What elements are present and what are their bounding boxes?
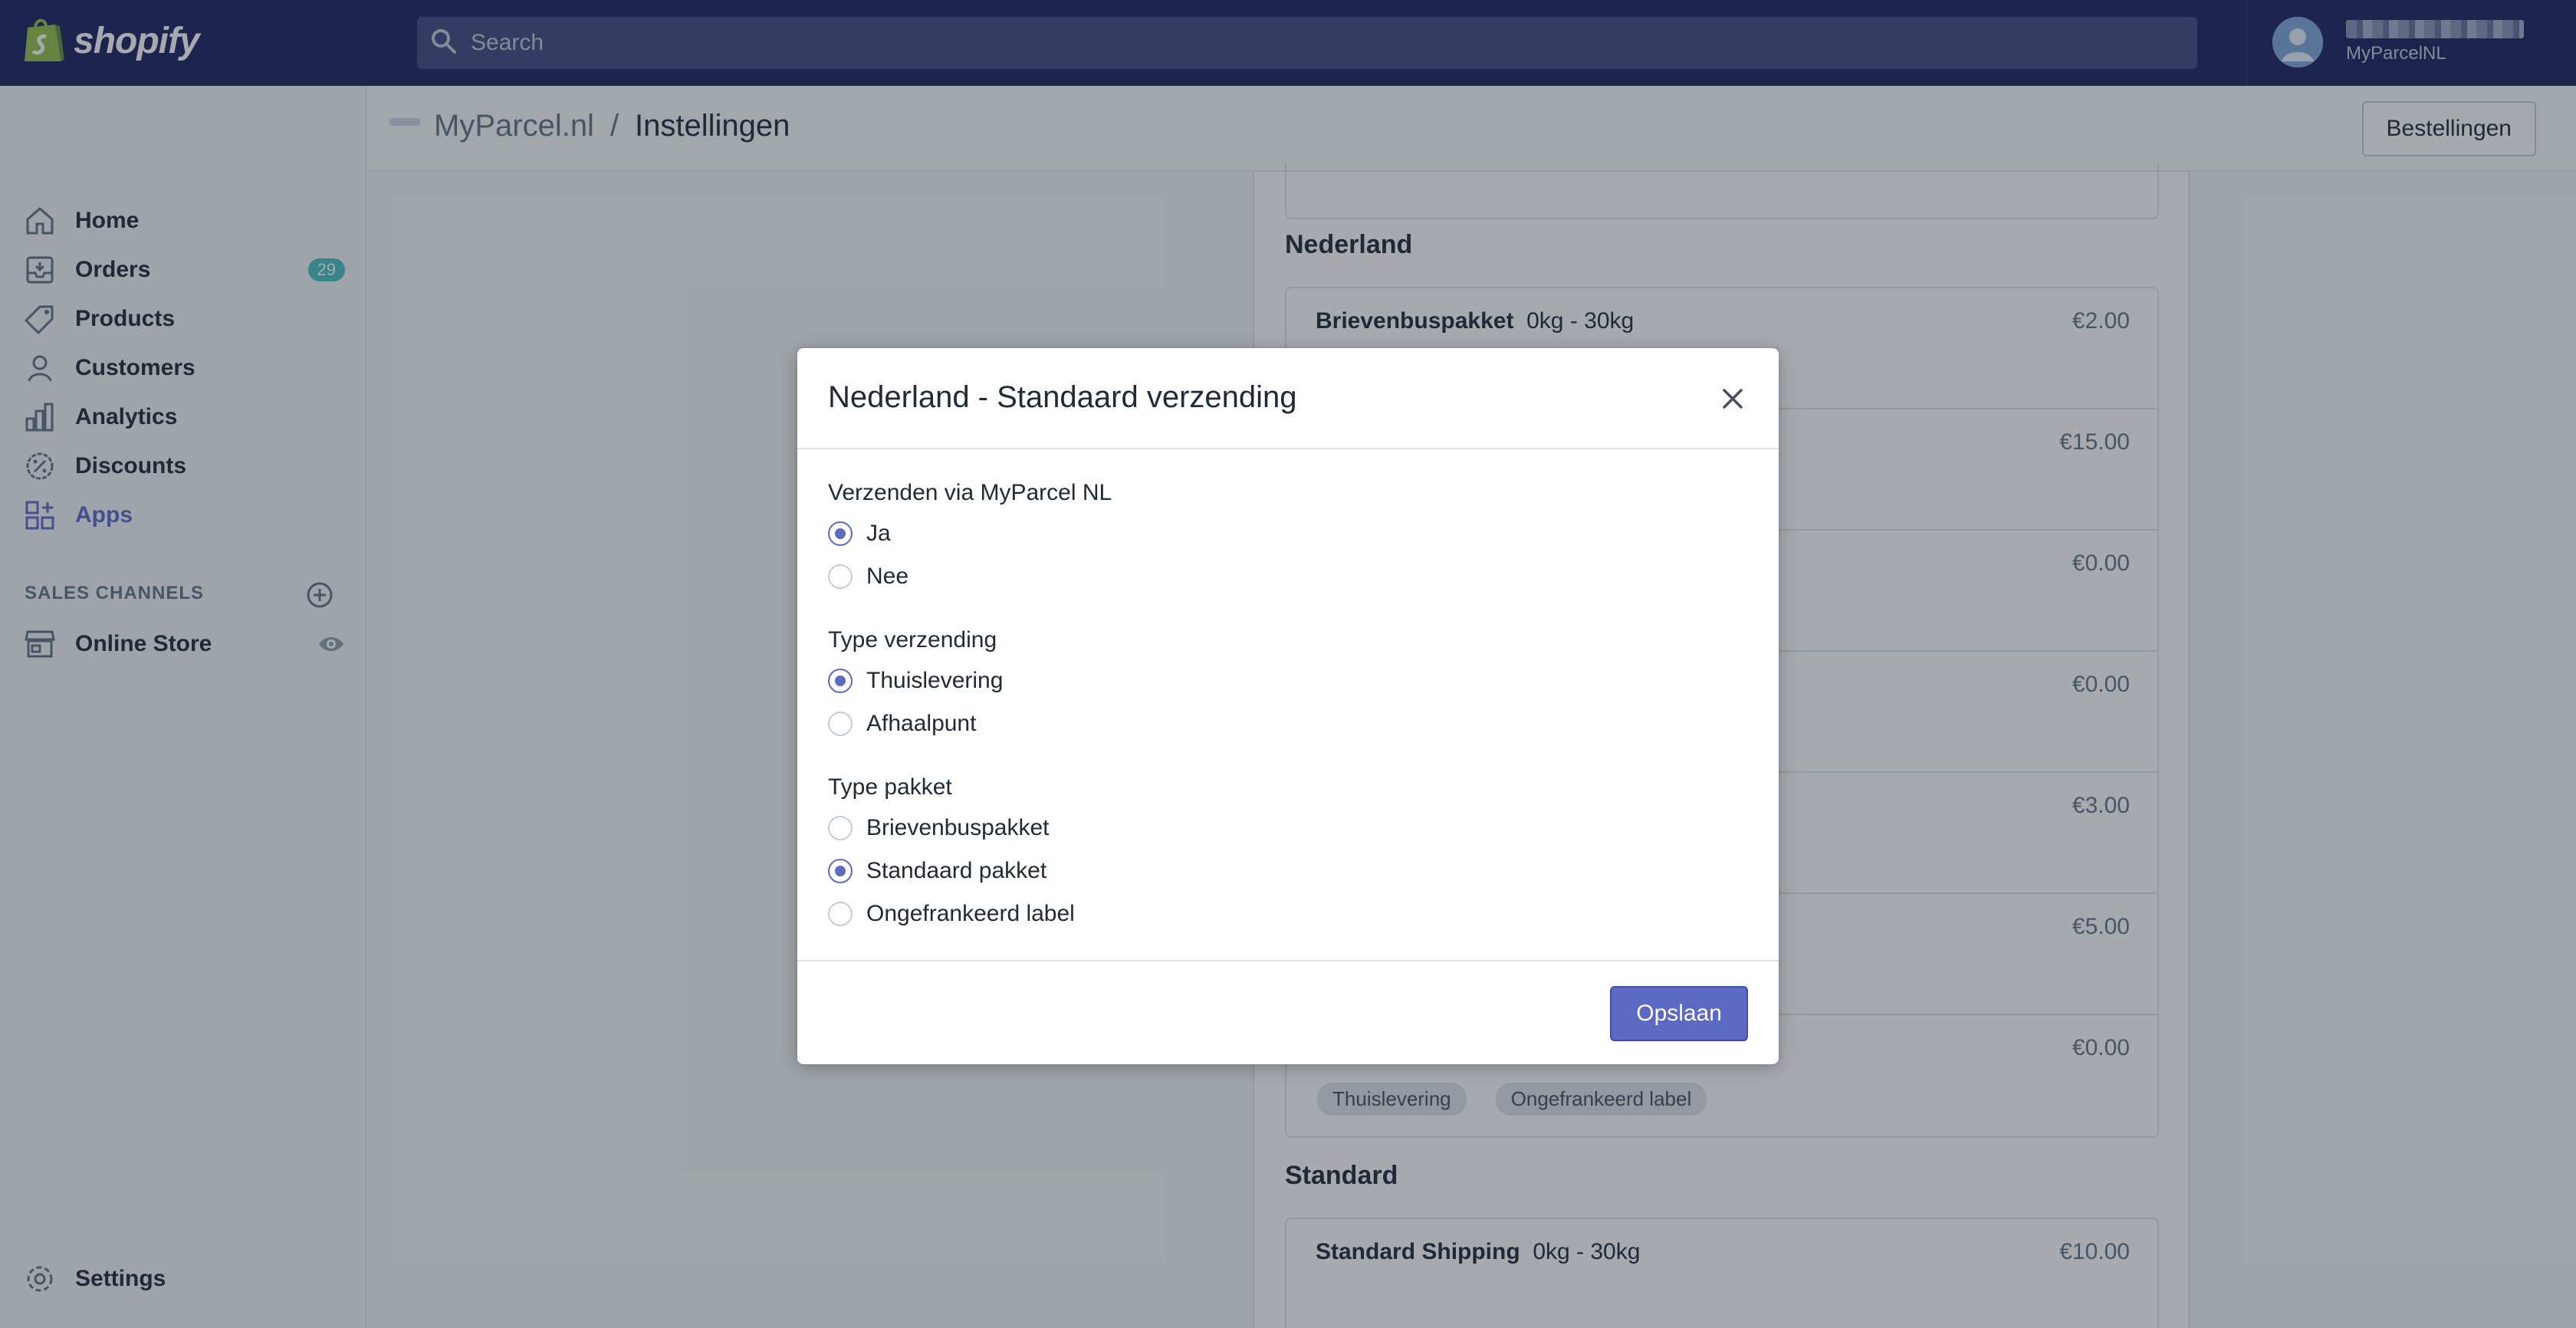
radio-label: Ja	[866, 521, 891, 546]
radio-label: Afhaalpunt	[866, 711, 977, 736]
group-title-type-pakket: Type pakket	[828, 774, 952, 800]
radio-button[interactable]	[828, 564, 853, 589]
group-title-type-verzending: Type verzending	[828, 627, 997, 652]
modal-body: Verzenden via MyParcel NL Ja Nee Type ve…	[797, 449, 1779, 961]
modal-footer: Opslaan	[797, 961, 1779, 1063]
radio-ongefrankeerd-label[interactable]: Ongefrankeerd label	[828, 899, 1075, 929]
modal-header: Nederland - Standaard verzending	[797, 348, 1779, 449]
radio-standaard-pakket[interactable]: Standaard pakket	[828, 856, 1046, 886]
radio-label: Brievenbuspakket	[866, 815, 1050, 840]
radio-ja[interactable]: Ja	[828, 518, 891, 549]
radio-thuislevering[interactable]: Thuislevering	[828, 666, 1003, 696]
radio-button[interactable]	[828, 669, 853, 693]
radio-label: Standaard pakket	[866, 858, 1047, 883]
radio-label: Thuislevering	[866, 668, 1004, 693]
radio-button[interactable]	[828, 712, 853, 736]
save-button[interactable]: Opslaan	[1610, 986, 1748, 1041]
modal-title: Nederland - Standaard verzending	[828, 380, 1297, 414]
shipping-settings-modal: Nederland - Standaard verzending Verzend…	[797, 348, 1779, 1064]
radio-brievenbuspakket[interactable]: Brievenbuspakket	[828, 813, 1049, 843]
radio-button[interactable]	[828, 816, 853, 840]
group-title-myparcel: Verzenden via MyParcel NL	[828, 480, 1112, 505]
radio-button[interactable]	[828, 859, 853, 883]
radio-button[interactable]	[828, 902, 853, 926]
radio-button[interactable]	[828, 521, 853, 546]
radio-nee[interactable]: Nee	[828, 561, 909, 592]
radio-afhaalpunt[interactable]: Afhaalpunt	[828, 708, 976, 739]
radio-label: Ongefrankeerd label	[866, 901, 1075, 926]
radio-label: Nee	[866, 564, 909, 589]
close-icon[interactable]	[1714, 380, 1751, 417]
